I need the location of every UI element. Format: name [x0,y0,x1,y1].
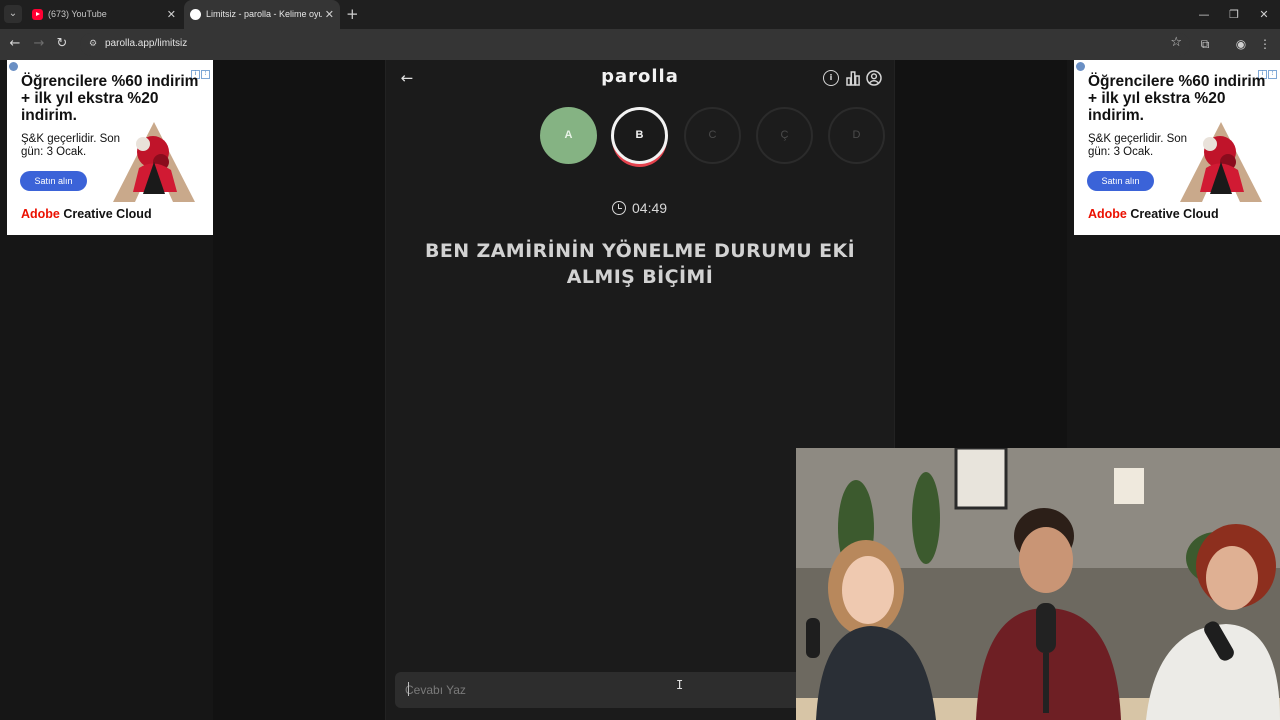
browser-tab-strip: ⌄ (673) YouTube ✕ Limitsiz - parolla - K… [0,0,1280,29]
tab-parolla[interactable]: Limitsiz - parolla - Kelime oyunu ✕ [184,0,340,29]
letter-circle-d: D [828,107,885,164]
youtube-favicon-icon [32,9,43,20]
reload-icon[interactable]: ↻ [53,35,71,53]
answer-box[interactable] [395,672,815,708]
adchoices-icon[interactable] [9,62,18,71]
letter-circle-c: C [684,107,741,164]
clock-icon [612,201,626,215]
ad-headline: Öğrencilere %60 indirim + ilk yıl ekstra… [1088,73,1266,124]
ad-info-controls[interactable]: i ⁝ [1257,62,1277,79]
ad-subtext: Ş&K geçerlidir. Son gün: 3 Ocak. [1088,133,1188,158]
address-bar[interactable]: ⚙ parolla.app/limitsiz ☆ [80,33,1190,56]
tab-search-chevron-icon[interactable]: ⌄ [4,5,22,23]
site-info-icon[interactable]: ⚙ [86,37,100,51]
back-icon[interactable]: ← [6,35,24,53]
ad-close-icon[interactable]: ⁝ [1268,70,1277,79]
adobe-artwork-icon [1180,122,1262,202]
ad-subtext: Ş&K geçerlidir. Son gün: 3 Ocak. [21,133,121,158]
tab-close-icon[interactable]: ✕ [167,0,176,29]
ad-brand: Adobe Creative Cloud [21,207,152,221]
url-text[interactable]: parolla.app/limitsiz [105,38,187,49]
ibeam-cursor-icon: I [676,678,684,692]
parolla-favicon-icon [190,9,201,20]
timer-value: 04:49 [632,200,668,216]
profile-icon[interactable]: ◉ [1232,35,1250,53]
restore-icon[interactable]: ❐ [1218,0,1250,29]
tab-close-icon[interactable]: ✕ [325,0,334,29]
letter-circle-c-cedilla: Ç [756,107,813,164]
info-icon[interactable]: i [823,70,839,86]
window-close-icon[interactable]: ✕ [1248,0,1280,29]
user-icon[interactable] [866,70,882,86]
letter-circle-b: B [611,107,668,164]
tab-youtube[interactable]: (673) YouTube ✕ [26,0,182,29]
ad-close-icon[interactable]: ⁝ [201,70,210,79]
countdown-timer: 04:49 [612,200,667,216]
answer-input[interactable] [395,672,815,708]
back-arrow-icon[interactable]: ← [398,68,416,88]
ad-info-controls[interactable]: i ⁝ [190,62,210,79]
forward-icon[interactable]: → [30,35,48,53]
adobe-ad-left[interactable]: i ⁝ Öğrencilere %60 indirim + ilk yıl eks… [7,60,213,235]
question-text: BEN ZAMİRİNİN YÖNELME DURUMU EKİ ALMIŞ B… [424,240,856,288]
text-caret [408,682,409,696]
adobe-ad-right[interactable]: i ⁝ Öğrencilere %60 indirim + ilk yıl eks… [1074,60,1280,235]
ad-buy-button[interactable]: Satın alın [20,171,87,191]
parolla-logo[interactable]: parolla [560,66,720,87]
bookmark-star-icon[interactable]: ☆ [1170,35,1182,50]
menu-kebab-icon[interactable]: ⋮ [1256,35,1274,53]
letter-circle-a: A [540,107,597,164]
adchoices-icon[interactable] [1076,62,1085,71]
tab-title: (673) YouTube [48,9,107,19]
tab-title: Limitsiz - parolla - Kelime oyunu [206,9,322,19]
ad-buy-button[interactable]: Satın alın [1087,171,1154,191]
adobe-artwork-icon [113,122,195,202]
stats-icon[interactable] [845,70,861,86]
minimize-icon[interactable]: — [1188,0,1220,29]
webcam-overlay [796,448,1280,720]
browser-toolbar: ← → ↻ ⚙ parolla.app/limitsiz ☆ ⧉ ◉ ⋮ [0,29,1280,60]
ad-brand: Adobe Creative Cloud [1088,207,1219,221]
page-gutter-left [213,60,385,720]
ad-headline: Öğrencilere %60 indirim + ilk yıl ekstra… [21,73,199,124]
extensions-icon[interactable]: ⧉ [1196,35,1214,53]
new-tab-plus-icon[interactable]: + [346,5,359,23]
